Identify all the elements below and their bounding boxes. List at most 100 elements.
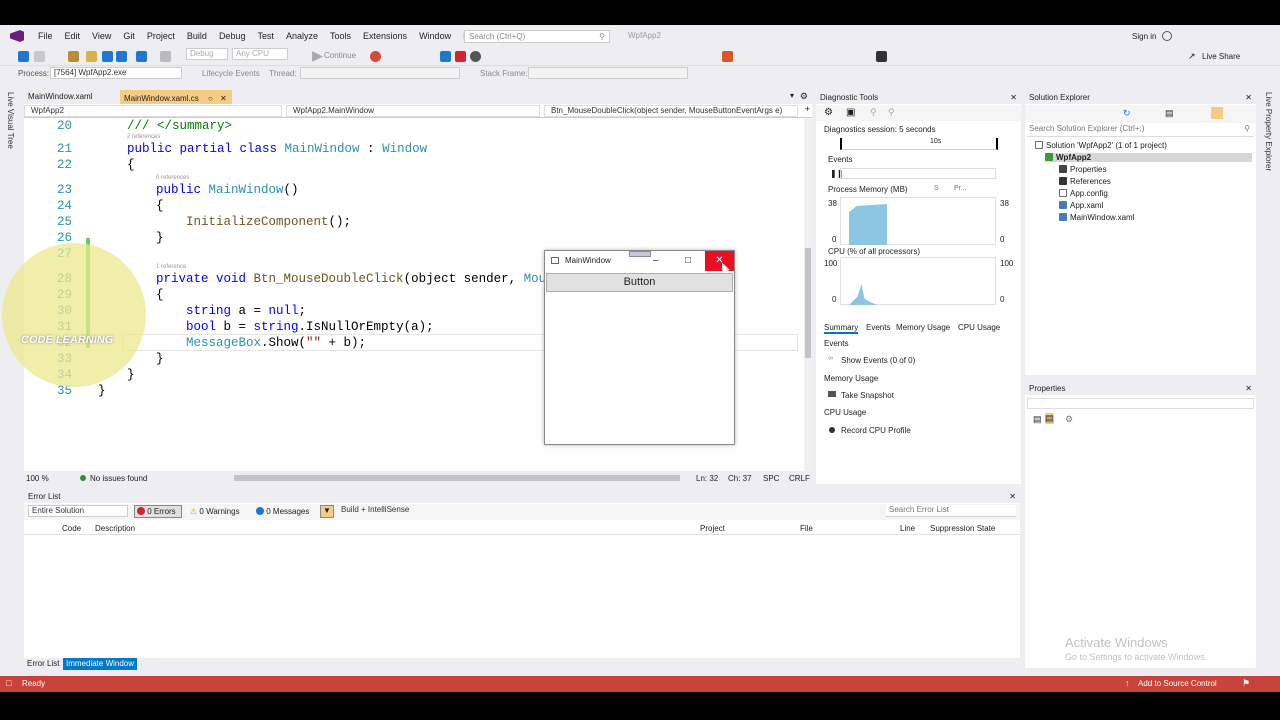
minimize-icon[interactable]: – [653,251,659,271]
close-panel-icon[interactable]: ✕ [1010,91,1017,104]
record-cpu-button[interactable]: Record CPU Profile [841,426,911,435]
settings-icon[interactable]: ⚙ [800,91,808,102]
lifecycle-events[interactable]: Lifecycle Events [202,69,260,78]
select-tools-icon[interactable]: ▣ [846,107,855,118]
zoom-out-icon[interactable]: ⚲ [888,107,895,118]
project-dropdown[interactable]: WpfApp2 [24,105,282,117]
col-file[interactable]: File [800,524,813,533]
settings-icon[interactable]: ⚙ [824,107,833,118]
codelens-refs[interactable]: 1 reference [156,264,186,270]
menu-test[interactable]: Test [251,31,280,41]
continue-icon[interactable] [312,51,323,62]
categorized-icon[interactable]: ▤ [1033,414,1042,425]
show-events-link[interactable]: Show Events (0 of 0) [841,356,915,365]
wpf-button[interactable]: Button [546,273,733,292]
live-property-explorer-tab[interactable]: Live Property Explorer [1264,92,1273,171]
build-source-dropdown[interactable]: Build + IntelliSense [338,505,438,517]
editor-scrollbar[interactable] [804,118,812,471]
scope-dropdown[interactable]: Entire Solution [28,505,128,517]
hot-reload-icon[interactable] [722,51,733,62]
filter-icon[interactable]: ▼ [320,505,334,518]
tree-mainwindow-xaml[interactable]: MainWindow.xaml [1059,213,1134,222]
save-all-icon[interactable] [116,51,127,62]
memory-chart[interactable] [840,197,996,245]
undo-icon[interactable] [136,51,147,62]
save-icon[interactable] [102,51,113,62]
maximize-icon[interactable]: □ [685,251,691,271]
class-dropdown[interactable]: WpfApp2.MainWindow [286,105,540,117]
wpf-main-window[interactable]: MainWindow – □ ✕ Button [544,250,735,445]
live-visual-tree-tab[interactable]: Live Visual Tree [6,92,15,149]
codelens-refs[interactable]: 0 references [156,175,189,181]
property-pages-icon[interactable]: ⚙ [1065,414,1073,425]
tab-cpu-usage[interactable]: CPU Usage [958,323,1000,332]
menu-view[interactable]: View [86,31,117,41]
take-snapshot-button[interactable]: Take Snapshot [841,391,894,400]
warnings-filter[interactable]: ⚠ 0 Warnings [190,507,240,516]
menu-edit[interactable]: Edit [59,31,87,41]
errors-filter[interactable]: 0 Errors [134,505,182,518]
split-icon[interactable]: + [805,104,810,114]
debug-tools-handle[interactable] [629,251,651,257]
platform-dropdown[interactable]: Any CPU [232,48,288,60]
tab-memory-usage[interactable]: Memory Usage [896,323,950,332]
timeline-ruler[interactable]: 10s [840,138,998,150]
zoom-level[interactable]: 100 % [26,474,49,483]
open-icon[interactable] [86,51,97,62]
sign-in-link[interactable]: Sign in [1132,32,1156,41]
stack-frame-dropdown[interactable] [528,67,688,79]
error-search-input[interactable]: Search Error List [886,505,1016,517]
menu-file[interactable]: File [32,31,59,41]
stop-icon[interactable] [455,51,466,62]
tree-properties[interactable]: Properties [1059,165,1106,174]
messages-filter[interactable]: 0 Messages [256,507,309,516]
properties-object-dropdown[interactable] [1027,398,1254,409]
tab-overflow-icon[interactable]: ▾ [790,91,794,100]
source-control-button[interactable]: Add to Source Control [1138,679,1217,688]
menu-tools[interactable]: Tools [324,31,357,41]
config-dropdown[interactable]: Debug [186,48,228,60]
tab-summary[interactable]: Summary [824,323,859,334]
pause-icon[interactable] [440,51,451,62]
restart-icon[interactable] [470,51,481,62]
scroll-thumb[interactable] [805,248,811,358]
tab-events[interactable]: Events [866,323,890,332]
search-input[interactable]: Search (Ctrl+Q) ⚲ [464,30,610,43]
codelens-refs[interactable]: 2 references [127,134,160,140]
tab-mainwindow-xaml-cs[interactable]: MainWindow.xaml.cs ○ ✕ [120,90,232,104]
redo-icon[interactable] [160,51,171,62]
live-share-button[interactable]: Live Share [1202,52,1240,61]
forward-icon[interactable] [34,51,45,62]
col-line[interactable]: Line [900,524,915,533]
menu-project[interactable]: Project [141,31,181,41]
tab-mainwindow-xaml[interactable]: MainWindow.xaml [24,90,96,104]
col-description[interactable]: Description [95,524,135,533]
menu-window[interactable]: Window [413,31,457,41]
col-code[interactable]: Code [62,524,81,533]
sync-icon[interactable]: ↻ [1123,108,1131,119]
member-dropdown[interactable]: Btn_MouseDoubleClick(object sender, Mous… [544,105,798,117]
close-panel-icon[interactable]: ✕ [1245,382,1252,395]
collapse-icon[interactable]: ▤ [1165,108,1174,119]
issues-status[interactable]: No issues found [90,474,147,483]
tab-error-list[interactable]: Error List [27,659,59,668]
new-project-icon[interactable] [68,51,79,62]
notifications-icon[interactable]: ⚑ [1242,678,1250,689]
menu-git[interactable]: Git [117,31,141,41]
process-dropdown[interactable]: [7564] WpfApp2.exe [50,67,182,79]
fire-icon[interactable] [370,51,381,62]
menu-build[interactable]: Build [181,31,213,41]
back-icon[interactable] [18,51,29,62]
tree-app-config[interactable]: App.config [1059,189,1108,198]
close-panel-icon[interactable]: ✕ [1009,490,1016,503]
tree-app-xaml[interactable]: App.xaml [1059,201,1103,210]
wpf-titlebar[interactable]: MainWindow – □ ✕ [545,251,734,271]
menu-debug[interactable]: Debug [213,31,252,41]
live-share-icon[interactable]: ↗ [1188,51,1196,62]
tree-references[interactable]: References [1059,177,1111,186]
close-panel-icon[interactable]: ✕ [1245,91,1252,104]
menu-extensions[interactable]: Extensions [357,31,413,41]
continue-button[interactable]: Continue [324,51,356,60]
horizontal-scrollbar[interactable] [234,475,680,481]
tree-project[interactable]: WpfApp2 [1045,153,1252,162]
